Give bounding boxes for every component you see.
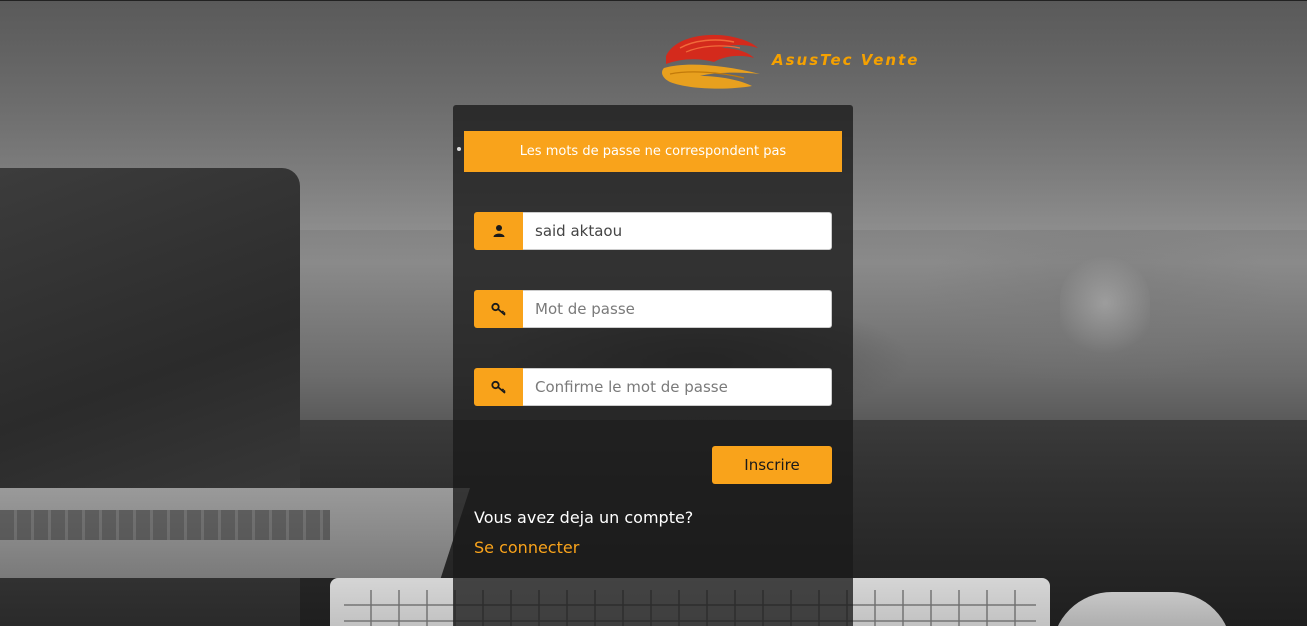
username-field bbox=[474, 212, 832, 250]
password-field bbox=[474, 290, 832, 328]
error-alert: Les mots de passe ne correspondent pas bbox=[464, 131, 842, 172]
top-border bbox=[0, 0, 1307, 1]
password-input[interactable] bbox=[523, 290, 832, 328]
error-alert-message: Les mots de passe ne correspondent pas bbox=[519, 144, 787, 159]
alert-bullet bbox=[457, 147, 461, 151]
confirm-password-input[interactable] bbox=[523, 368, 832, 406]
background-laptop-screen bbox=[0, 168, 300, 498]
brand-name: AsusTec Vente bbox=[772, 51, 920, 69]
brand: AsusTec Vente bbox=[660, 30, 919, 94]
username-input[interactable] bbox=[523, 212, 832, 250]
confirm-password-field bbox=[474, 368, 832, 406]
key-icon bbox=[474, 368, 523, 406]
inscrire-button[interactable]: Inscrire bbox=[712, 446, 832, 484]
login-link[interactable]: Se connecter bbox=[474, 538, 579, 557]
background-laptop-keys bbox=[0, 510, 330, 540]
asustec-logo-icon bbox=[662, 34, 760, 89]
user-icon bbox=[474, 212, 523, 250]
background-glass bbox=[1060, 255, 1150, 375]
account-question: Vous avez deja un compte? bbox=[474, 508, 694, 527]
key-icon bbox=[474, 290, 523, 328]
